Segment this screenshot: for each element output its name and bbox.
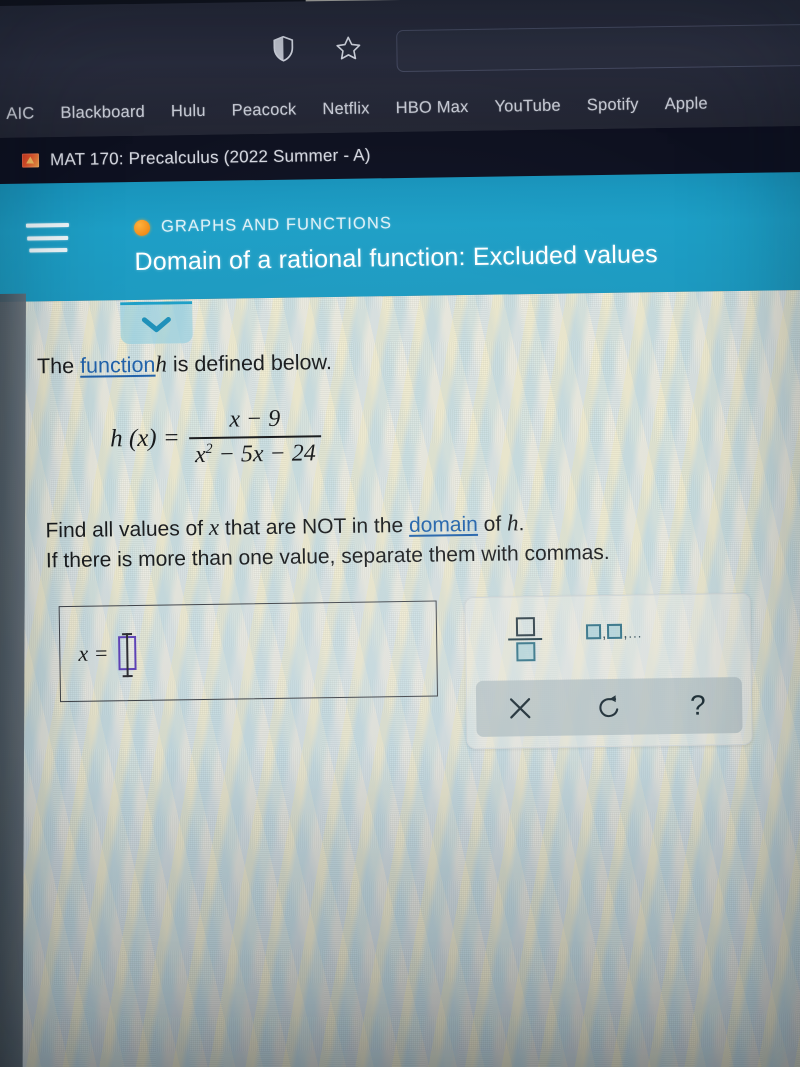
formula-numerator: x − 9 (229, 405, 281, 433)
tab-mat-170[interactable]: MAT 170: Precalculus (2022 Summer - A) (0, 145, 371, 171)
tab-title: MAT 170: Precalculus (2022 Summer - A) (49, 145, 371, 170)
screen-bezel-left (0, 293, 26, 1067)
shield-icon[interactable] (266, 31, 301, 66)
intro-prefix: The (36, 353, 81, 379)
list-box-1-icon (585, 624, 602, 640)
bookmark-netflix[interactable]: Netflix (309, 96, 383, 122)
prompt-var-x: x (208, 514, 220, 540)
close-icon (510, 698, 531, 719)
prompt-var-h: h (506, 510, 519, 536)
screen-content: AIC Blackboard Hulu Peacock Netflix HBO … (0, 0, 800, 1067)
function-definition: h (x) = x − 9 x2 − 5x − 24 (110, 405, 322, 470)
denominator-rest: − 5x − 24 (212, 440, 316, 468)
photo-of-screen: AIC Blackboard Hulu Peacock Netflix HBO … (0, 0, 800, 1067)
intro-suffix: is defined below. (166, 350, 333, 377)
prompt-part-d: . (518, 512, 525, 536)
star-icon[interactable] (331, 31, 366, 66)
fraction-button[interactable] (504, 611, 547, 668)
address-bar-value[interactable] (397, 25, 800, 31)
topic-status-dot (133, 219, 151, 236)
fraction-bar-icon (508, 637, 543, 641)
list-comma-2: , (623, 624, 628, 642)
worksheet-page: The functionh is defined below. h (x) = … (0, 289, 800, 1067)
formula-lhs: h (x) = (109, 424, 180, 453)
list-comma-1: , (601, 625, 607, 643)
fraction-numerator-box-icon (515, 616, 535, 637)
intro-variable: h (155, 351, 168, 377)
address-bar[interactable] (396, 23, 800, 73)
bookmark-hbo-max[interactable]: HBO Max (382, 94, 481, 120)
math-palette-actions: ? (475, 677, 743, 737)
bookmark-hulu[interactable]: Hulu (158, 98, 219, 124)
answer-input[interactable] (118, 633, 137, 678)
page-title: Domain of a rational function: Excluded … (134, 240, 659, 276)
bookmark-blackboard[interactable]: Blackboard (47, 99, 158, 126)
topic-label: GRAPHS AND FUNCTIONS (160, 214, 393, 236)
browser-toolbar (0, 0, 800, 94)
fraction-denominator-box-icon (515, 642, 535, 662)
prompt-line-2: If there is more than one value, separat… (45, 540, 610, 573)
undo-icon (599, 695, 619, 718)
browser-chrome: AIC Blackboard Hulu Peacock Netflix HBO … (0, 0, 800, 139)
topic-breadcrumb: GRAPHS AND FUNCTIONS (133, 214, 393, 237)
hamburger-bar-3 (29, 247, 68, 253)
function-glossary-link[interactable]: function (80, 353, 156, 378)
prompt-part-a: Find all values of (45, 516, 210, 543)
denominator-base: x (194, 441, 206, 469)
clear-button[interactable] (476, 695, 565, 722)
prompt-part-b: that are NOT in the (218, 513, 410, 540)
undo-button[interactable] (565, 692, 654, 721)
list-box-2-icon (607, 623, 623, 640)
comma-list-button[interactable]: , , ... (585, 623, 643, 643)
answer-input-box[interactable]: x = (58, 600, 439, 703)
chevron-down-icon (141, 316, 171, 332)
formula-fraction: x − 9 x2 − 5x − 24 (188, 405, 322, 469)
intro-sentence: The functionh is defined below. (37, 349, 332, 379)
prompt-line-1: Find all values of x that are NOT in the… (45, 510, 524, 543)
text-caret (126, 633, 129, 678)
bookmark-youtube[interactable]: YouTube (481, 93, 574, 119)
collapse-panel-button[interactable] (120, 301, 193, 345)
formula-denominator: x2 − 5x − 24 (189, 437, 322, 469)
hamburger-bar-1 (25, 222, 70, 228)
bookmark-aic[interactable]: AIC (0, 101, 48, 127)
bookmark-spotify[interactable]: Spotify (574, 92, 652, 118)
list-ellipsis: ... (628, 625, 643, 641)
bookmark-peacock[interactable]: Peacock (219, 97, 310, 123)
answer-label: x = (78, 640, 109, 666)
aleks-favicon (21, 153, 40, 168)
bookmark-apple[interactable]: Apple (651, 91, 721, 117)
aleks-header: GRAPHS AND FUNCTIONS Domain of a rationa… (0, 171, 800, 303)
hamburger-menu-icon[interactable] (25, 222, 70, 253)
hamburger-bar-2 (27, 235, 69, 241)
prompt-part-c: of (477, 512, 508, 536)
math-palette-symbols: , , ... (466, 594, 751, 680)
help-button[interactable]: ? (653, 690, 742, 721)
math-palette: , , ... ? (464, 592, 753, 750)
domain-glossary-link[interactable]: domain (409, 513, 478, 537)
